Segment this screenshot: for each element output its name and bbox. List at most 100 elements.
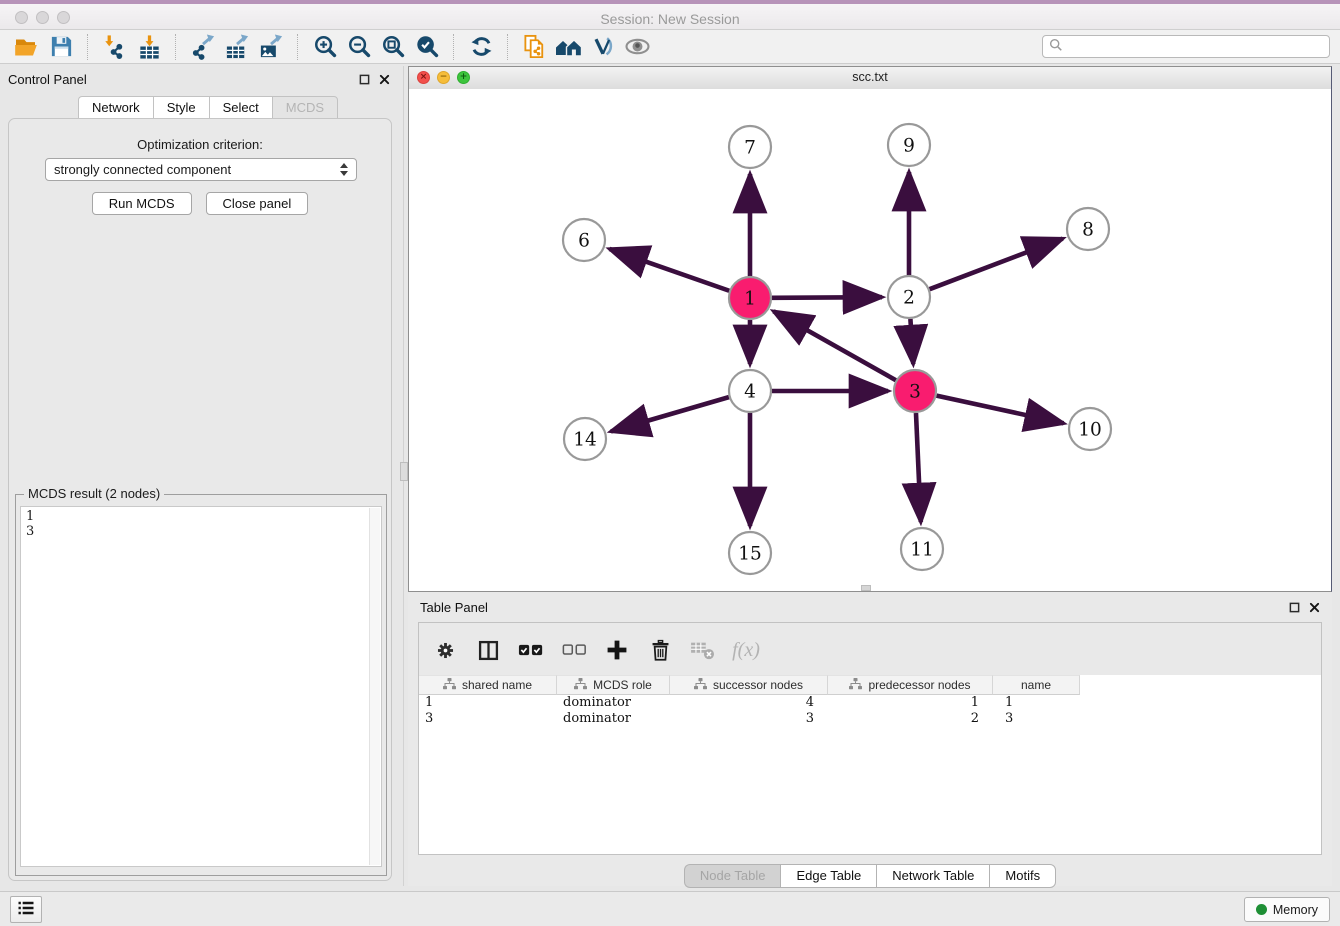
- search-input[interactable]: [1067, 39, 1323, 55]
- column-header-MCDS-role[interactable]: MCDS role: [557, 675, 670, 695]
- graph-edge-1-6[interactable]: [609, 249, 729, 291]
- table-cell[interactable]: 3: [419, 711, 557, 727]
- column-header-predecessor-nodes[interactable]: predecessor nodes: [828, 675, 993, 695]
- import-network-icon[interactable]: [98, 32, 132, 62]
- select-spinner-icon: [340, 163, 348, 176]
- window-title: Session: New Session: [0, 8, 1340, 30]
- graph-node-label-7: 7: [744, 138, 756, 159]
- table-row[interactable]: 1dominator411: [419, 695, 1321, 711]
- graph-edge-3-10[interactable]: [936, 396, 1063, 424]
- table-cell[interactable]: 4: [670, 695, 828, 711]
- table-tabs: Node TableEdge TableNetwork TableMotifs: [408, 864, 1332, 888]
- tab-style[interactable]: Style: [153, 96, 209, 119]
- zoom-out-icon[interactable]: [342, 32, 376, 62]
- tab-edge-table[interactable]: Edge Table: [780, 864, 876, 888]
- network-window-titlebar: × − + scc.txt: [409, 67, 1331, 90]
- run-mcds-button[interactable]: Run MCDS: [92, 192, 192, 215]
- float-table-panel-icon[interactable]: [1289, 601, 1300, 616]
- network-window-title: scc.txt: [409, 67, 1331, 88]
- task-list-icon: [16, 898, 36, 921]
- main-toolbar: [0, 30, 1340, 64]
- add-row-icon[interactable]: [603, 636, 631, 664]
- table-cell[interactable]: 2: [828, 711, 993, 727]
- table-cell[interactable]: dominator: [557, 695, 670, 711]
- tab-network-table[interactable]: Network Table: [876, 864, 989, 888]
- open-session-icon[interactable]: [10, 32, 44, 62]
- table-toolbar: f(x): [431, 629, 760, 671]
- table-cell[interactable]: 1: [419, 695, 557, 711]
- splitter-handle[interactable]: [400, 462, 408, 481]
- export-table-icon[interactable]: [220, 32, 254, 62]
- column-header-shared-name[interactable]: shared name: [419, 675, 557, 695]
- clone-network-icon[interactable]: [518, 32, 552, 62]
- save-session-icon[interactable]: [44, 32, 78, 62]
- tree-icon: [694, 678, 707, 693]
- criterion-select[interactable]: strongly connected component: [45, 158, 357, 181]
- table-panel-title: Table Panel: [420, 600, 488, 615]
- close-table-panel-icon[interactable]: [1309, 601, 1320, 616]
- float-panel-icon[interactable]: [359, 73, 370, 88]
- tab-select[interactable]: Select: [209, 96, 272, 119]
- zoom-fit-icon[interactable]: [376, 32, 410, 62]
- mcds-result-text[interactable]: 1 3: [20, 506, 382, 867]
- table-row[interactable]: 3dominator323: [419, 711, 1321, 727]
- graph-edge-2-8[interactable]: [930, 239, 1063, 290]
- graph-node-label-8: 8: [1082, 220, 1094, 241]
- column-header-successor-nodes[interactable]: successor nodes: [670, 675, 828, 695]
- graph-edge-4-14[interactable]: [611, 397, 729, 431]
- canvas-scrollbar-thumb[interactable]: [861, 585, 871, 591]
- deselect-all-columns-icon[interactable]: [560, 636, 588, 664]
- table-settings-icon[interactable]: [431, 636, 459, 664]
- mcds-panel: Optimization criterion: strongly connect…: [8, 118, 392, 881]
- tab-motifs[interactable]: Motifs: [989, 864, 1056, 888]
- apply-layout-icon[interactable]: [464, 32, 498, 62]
- graph-edge-2-3[interactable]: [910, 319, 913, 364]
- toolbar-separator: [87, 34, 89, 60]
- tab-node-table[interactable]: Node Table: [684, 864, 781, 888]
- tab-mcds[interactable]: MCDS: [272, 96, 338, 119]
- delete-row-icon[interactable]: [646, 636, 674, 664]
- export-network-icon[interactable]: [186, 32, 220, 62]
- table-cell[interactable]: 3: [993, 711, 1080, 727]
- window-titlebar: Session: New Session: [0, 0, 1340, 30]
- criterion-select-value: strongly connected component: [54, 162, 231, 177]
- mcds-result-title: MCDS result (2 nodes): [24, 486, 164, 501]
- network-overview-icon[interactable]: [552, 32, 586, 62]
- select-all-columns-icon[interactable]: [517, 636, 545, 664]
- control-panel: Control Panel NetworkStyleSelectMCDS Opt…: [0, 66, 400, 890]
- graph-node-label-3: 3: [909, 382, 921, 403]
- task-history-button[interactable]: [10, 896, 42, 923]
- graph-node-label-15: 15: [738, 544, 762, 565]
- zoom-selected-icon[interactable]: [410, 32, 444, 62]
- table-cell[interactable]: dominator: [557, 711, 670, 727]
- graph-edge-3-11[interactable]: [916, 413, 921, 522]
- table-cell[interactable]: 1: [828, 695, 993, 711]
- tab-network[interactable]: Network: [78, 96, 153, 119]
- graph-node-label-1: 1: [744, 289, 756, 310]
- network-canvas[interactable]: 1234678910111415: [409, 89, 1331, 591]
- node-table: shared nameMCDS rolesuccessor nodesprede…: [419, 675, 1321, 854]
- memory-status-icon: [1256, 904, 1267, 915]
- split-panel-icon[interactable]: [474, 636, 502, 664]
- toolbar-separator: [175, 34, 177, 60]
- show-graphics-details-icon[interactable]: [620, 32, 654, 62]
- graph-edge-3-1[interactable]: [774, 311, 896, 380]
- column-header-name[interactable]: name: [993, 675, 1080, 695]
- toolbar-separator: [297, 34, 299, 60]
- tree-icon: [849, 678, 862, 693]
- graph-edge-1-2[interactable]: [772, 297, 882, 298]
- table-cell[interactable]: 1: [993, 695, 1080, 711]
- memory-button[interactable]: Memory: [1244, 897, 1330, 922]
- search-icon: [1049, 38, 1063, 55]
- tree-icon: [574, 678, 587, 693]
- import-table-icon[interactable]: [132, 32, 166, 62]
- graph-node-label-2: 2: [903, 288, 915, 309]
- table-cell[interactable]: 3: [670, 711, 828, 727]
- control-panel-tabs: NetworkStyleSelectMCDS: [78, 96, 338, 119]
- result-scrollbar[interactable]: [369, 508, 380, 865]
- close-panel-icon[interactable]: [379, 73, 390, 88]
- hide-graphics-details-icon[interactable]: [586, 32, 620, 62]
- zoom-in-icon[interactable]: [308, 32, 342, 62]
- export-image-icon[interactable]: [254, 32, 288, 62]
- close-panel-button[interactable]: Close panel: [206, 192, 309, 215]
